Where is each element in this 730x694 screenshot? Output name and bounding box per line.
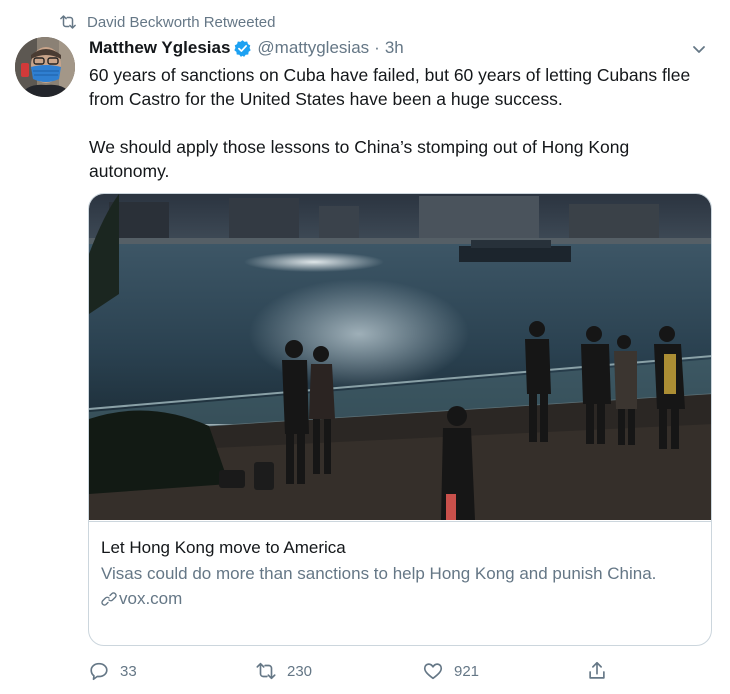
heart-icon	[423, 663, 443, 680]
card-body[interactable]: Let Hong Kong move to America Visas coul…	[89, 521, 711, 645]
retweet-button[interactable]: 230	[255, 656, 312, 686]
card-domain: vox.com	[101, 589, 699, 609]
tweet-paragraph: We should apply those lessons to China’s…	[89, 137, 630, 181]
share-button[interactable]	[586, 656, 618, 686]
card-title: Let Hong Kong move to America	[101, 538, 346, 557]
like-button[interactable]: 921	[422, 656, 479, 686]
reply-button[interactable]: 33	[88, 656, 137, 686]
card-image	[89, 194, 711, 520]
verified-badge-icon	[234, 39, 252, 57]
tweet-actions: 33 230 921	[88, 656, 628, 686]
retweet-label: David Beckworth Retweeted	[87, 13, 276, 31]
tweet-header: Matthew Yglesias @mattyglesias · 3h	[89, 37, 710, 59]
link-card[interactable]: Let Hong Kong move to America Visas coul…	[88, 193, 712, 646]
reply-icon	[90, 662, 108, 681]
share-icon	[589, 661, 605, 679]
card-domain-text: vox.com	[119, 589, 183, 608]
avatar-image	[15, 37, 75, 97]
retweet-count: 230	[287, 662, 313, 680]
author-name[interactable]: Matthew Yglesias	[89, 38, 230, 58]
retweet-context[interactable]: David Beckworth Retweeted	[59, 12, 275, 32]
more-options-button[interactable]	[688, 38, 710, 60]
tweet-text: 60 years of sanctions on Cuba have faile…	[89, 63, 704, 183]
avatar[interactable]	[15, 37, 75, 97]
tweet-timestamp[interactable]: 3h	[385, 38, 404, 58]
retweet-icon	[60, 15, 76, 29]
like-count: 921	[454, 662, 480, 680]
tweet-paragraph: 60 years of sanctions on Cuba have faile…	[89, 65, 691, 109]
separator-dot: ·	[374, 38, 380, 57]
retweet-icon	[256, 662, 276, 680]
card-description: Visas could do more than sanctions to he…	[101, 564, 657, 583]
link-icon	[101, 592, 117, 606]
reply-count: 33	[120, 662, 137, 680]
chevron-down-icon	[693, 46, 705, 53]
author-handle[interactable]: @mattyglesias	[257, 38, 369, 58]
